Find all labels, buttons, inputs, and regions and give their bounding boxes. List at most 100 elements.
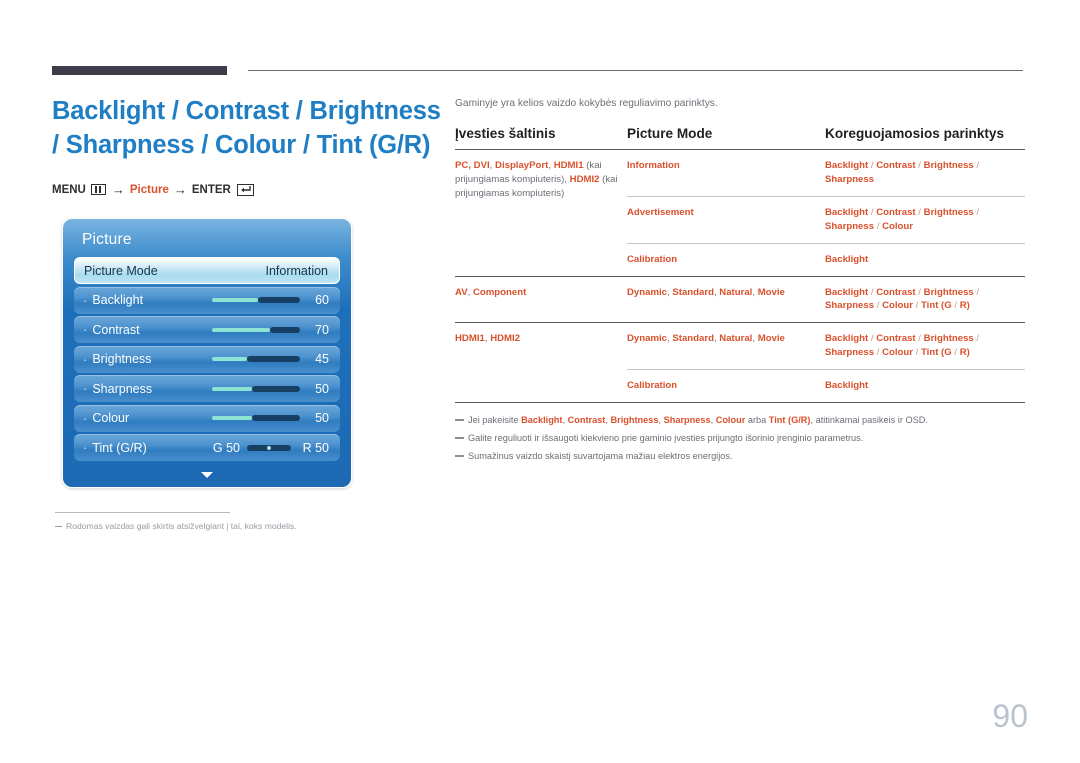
footnote-item: Jei pakeisite Backlight, Contrast, Brigh… [455, 415, 1025, 425]
osd-row-tint[interactable]: · Tint (G/R) G 50 R 50 [74, 434, 340, 461]
option-separator: / [874, 220, 883, 232]
header-rule-thin [248, 70, 1023, 71]
backlight-slider[interactable] [212, 297, 300, 303]
arrow-right-icon-2: → [173, 182, 187, 198]
sharpness-slider[interactable] [212, 385, 300, 392]
option-term: Brightness [923, 333, 974, 345]
osd-row-backlight[interactable]: · Backlight 60 [74, 286, 340, 314]
cell-picture-mode: Calibration [627, 369, 825, 403]
table-head: Įvesties šaltinis Picture Mode Koreguoja… [455, 126, 1025, 150]
table-body: PC, DVI, DisplayPort, HDMI1 (kai prijung… [455, 150, 1025, 403]
option-separator: / [868, 206, 877, 218]
option-term: Backlight [825, 286, 869, 298]
osd-tint-green-value: G 50 [212, 440, 240, 455]
enter-key-icon [236, 183, 254, 196]
osd-value-backlight: 60 [315, 293, 329, 307]
table-row: HDMI1, HDMI2 Dynamic, Standard, Natural,… [455, 322, 1025, 403]
option-separator: / [868, 160, 877, 171]
option-term: Colour [882, 347, 913, 359]
osd-label-contrast: Contrast [92, 322, 140, 337]
cell-picture-mode: Advertisement [627, 195, 825, 244]
option-term: Colour [882, 220, 913, 232]
option-separator: / [951, 347, 960, 359]
bullet-icon: · [83, 351, 88, 367]
option-separator: / [915, 160, 924, 171]
osd-row-brightness[interactable]: · Brightness 45 [74, 345, 340, 373]
cell-picture-mode: Dynamic, Standard, Natural, Movie [627, 275, 825, 323]
bullet-icon: · [83, 292, 88, 308]
option-separator: / [951, 300, 960, 312]
osd-scroll-down[interactable] [74, 465, 340, 483]
option-separator: / [868, 333, 877, 345]
arrow-right-icon-1: → [111, 182, 125, 198]
enter-label: ENTER [191, 183, 231, 196]
col-header-input-source: Įvesties šaltinis [455, 126, 556, 141]
brightness-slider[interactable] [212, 356, 300, 362]
left-footnote-text-wrap: Rodomas vaizdas gali skirtis atsižvelgia… [55, 521, 385, 531]
emphasis-term: Tint (G/R) [768, 415, 811, 426]
page-title: Backlight / Contrast / Brightness / Shar… [52, 97, 441, 159]
option-term: Brightness [923, 286, 974, 298]
emphasis-term: HDMI1 [455, 333, 485, 345]
contrast-slider[interactable] [212, 326, 300, 333]
osd-value-brightness: 45 [315, 352, 329, 366]
manual-page: Backlight / Contrast / Brightness / Shar… [0, 0, 1080, 763]
footnotes: Jei pakeisite Backlight, Contrast, Brigh… [455, 415, 1025, 461]
plain-text: arba [745, 415, 769, 426]
emphasis-term: Contrast [567, 415, 606, 426]
osd-label-tint: Tint (G/R) [92, 440, 147, 455]
footnote-dash-icon [455, 455, 464, 457]
mode-value: Calibration [627, 253, 678, 265]
option-separator: / [874, 347, 883, 359]
page-number: 90 [992, 698, 1028, 734]
emphasis-term: Brightness [610, 415, 659, 426]
option-term: Backlight [825, 333, 869, 345]
osd-value-colour: 50 [315, 411, 329, 425]
option-term: Brightness [923, 160, 974, 171]
colour-slider[interactable] [212, 415, 300, 421]
osd-row-contrast[interactable]: · Contrast 70 [74, 316, 340, 343]
left-column: Backlight / Contrast / Brightness / Shar… [52, 95, 442, 197]
emphasis-term: Sharpness [663, 415, 711, 426]
osd-value-sharpness: 50 [315, 381, 329, 396]
emphasis-term: DisplayPort [495, 160, 549, 171]
option-term: Tint (G [920, 347, 952, 359]
option-term: Contrast [876, 286, 916, 298]
option-separator: / [973, 333, 980, 345]
option-term: R) [959, 347, 970, 359]
tint-slider[interactable] [247, 444, 291, 451]
mode-value: Dynamic [627, 333, 667, 345]
mode-value: Movie [757, 333, 785, 345]
emphasis-term: HDMI1 [553, 160, 584, 171]
emphasis-term: PC [455, 160, 469, 171]
option-term: Sharpness [825, 220, 875, 232]
emphasis-term: Component [472, 286, 527, 298]
option-term: R) [959, 300, 970, 312]
footnote-divider [55, 512, 230, 513]
intro-text: Gaminyje yra kelios vaizdo kokybės regul… [455, 98, 718, 109]
option-term: Backlight [825, 160, 869, 171]
option-separator: / [912, 347, 921, 359]
menu-navigation-path: MENU → Picture → ENTER [52, 182, 442, 197]
bullet-icon: · [83, 381, 88, 396]
cell-options: Backlight [825, 369, 1025, 403]
mode-value: Information [627, 160, 680, 171]
osd-row-sharpness[interactable]: · Sharpness 50 [74, 375, 340, 402]
footnote-dash-icon [55, 526, 62, 528]
option-term: Contrast [876, 160, 916, 171]
cell-input-source: AV, Component [455, 275, 627, 323]
option-separator: / [915, 333, 924, 345]
option-term: Backlight [825, 253, 869, 265]
right-column: Gaminyje yra kelios vaizdo kokybės regul… [455, 98, 1025, 469]
cell-options: Backlight / Contrast / Brightness / Shar… [825, 275, 1025, 323]
option-separator: / [915, 206, 924, 218]
header-rule-thick [52, 66, 227, 75]
option-term: Sharpness [825, 347, 875, 359]
osd-row-colour[interactable]: · Colour 50 [74, 404, 340, 432]
left-footnote-text: Rodomas vaizdas gali skirtis atsižvelgia… [66, 521, 297, 531]
plain-text: , atitinkamai pasikeis ir OSD. [810, 415, 928, 426]
cell-input-source: PC, DVI, DisplayPort, HDMI1 (kai prijung… [455, 150, 627, 277]
mode-value: Advertisement [627, 206, 694, 218]
footnote-item: Galite reguliuoti ir išsaugoti kiekvieno… [455, 433, 1025, 443]
osd-row-picture-mode[interactable]: Picture Mode Information [74, 257, 340, 284]
